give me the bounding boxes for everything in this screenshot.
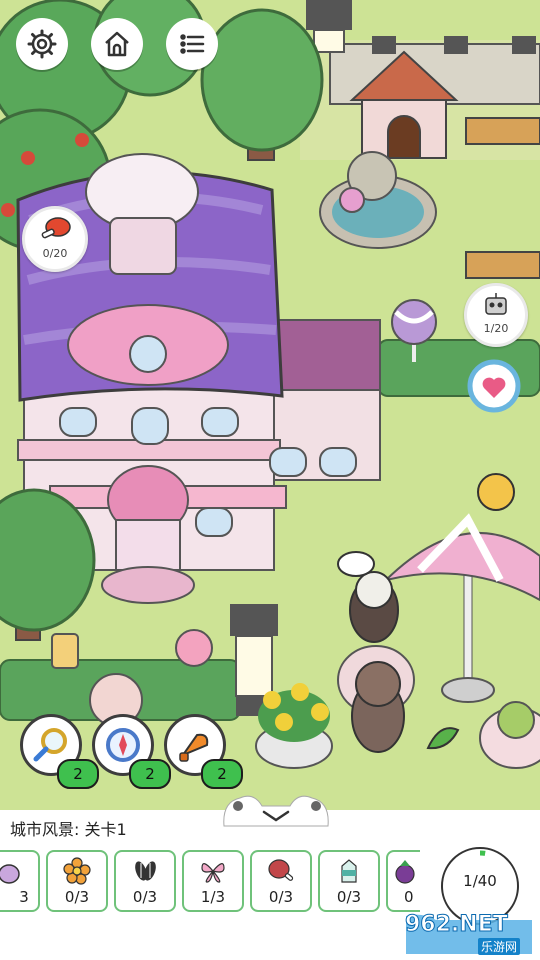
drumstick-icon [41,217,71,239]
game-scene[interactable] [0,0,540,810]
item-slot-eggplant[interactable]: 0 [386,850,420,912]
chicken-quest-count: 0/20 [42,247,68,260]
level-title: 城市风景: 关卡1 [10,820,127,839]
ham-icon [268,859,294,881]
item-slot-milk-carton[interactable]: 0/3 [318,850,380,912]
home-button[interactable] [91,18,143,70]
horn-count-badge: 2 [201,759,243,789]
item-count: 0 [404,888,414,906]
item-count: 0/3 [336,888,362,906]
item-slot-onion[interactable]: 3 [0,850,40,912]
flower-icon [63,857,91,885]
item-count: 0/3 [132,888,158,906]
scene-illustration [0,0,540,810]
item-slot-flower[interactable]: 0/3 [46,850,108,912]
siamese-cat [351,661,405,753]
collapse-toggle[interactable] [218,788,334,832]
compass-tool-button[interactable]: 2 [92,714,171,789]
butterfly-icon [201,863,225,883]
item-slot-ham[interactable]: 0/3 [250,850,312,912]
onion-icon [0,864,20,884]
magnifier-tool-button[interactable]: 2 [20,714,99,789]
eggplant-icon [395,860,415,884]
chicken-quest-bubble[interactable]: 0/20 [22,206,88,272]
robot-quest-bubble[interactable]: 1/20 [464,283,528,347]
compass-count-badge: 2 [129,759,171,789]
horn-tool-button[interactable]: 2 [164,714,243,789]
item-count: 0/3 [64,888,90,906]
sunflower-seed-icon [135,861,156,881]
robot-icon [485,293,507,315]
item-slot-sunflower-seed[interactable]: 0/3 [114,850,176,912]
watermark-text: 962.NET [405,912,509,938]
watermark-subtext: 乐游网 [478,938,521,955]
magnifier-count-badge: 2 [57,759,99,789]
item-count: 3 [19,888,29,906]
item-slot-butterfly[interactable]: 1/3 [182,850,244,912]
item-count: 1/3 [200,888,226,906]
list-icon [180,34,205,54]
menu-button[interactable] [166,18,218,70]
robot-quest-count: 1/20 [483,322,509,335]
settings-button[interactable] [16,18,68,70]
item-count: 0/3 [268,888,294,906]
house-icon [105,31,129,57]
gear-icon [27,29,57,59]
milk-carton-icon [341,859,357,883]
progress-count: 1/40 [463,872,497,890]
